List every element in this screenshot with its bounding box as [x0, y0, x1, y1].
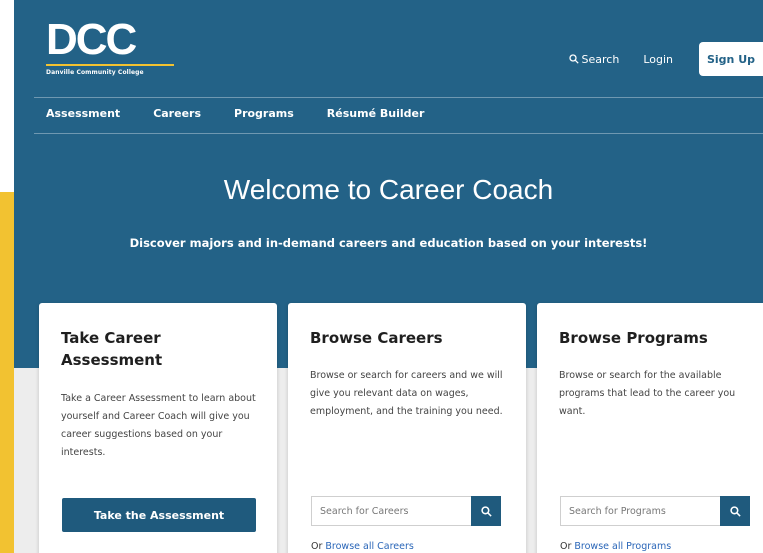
programs-search-input[interactable] [560, 496, 720, 526]
careers-card-description: Browse or search for careers and we will… [310, 370, 503, 417]
logo-mark: DCC [46, 15, 137, 64]
nav-item-careers[interactable]: Careers [153, 107, 201, 120]
nav-divider-top [34, 97, 763, 98]
browse-careers-line: Or Browse all Careers [311, 541, 414, 552]
nav-item-programs[interactable]: Programs [234, 107, 294, 120]
search-link-label: Search [581, 52, 620, 66]
logo-underline [46, 64, 174, 66]
signup-button[interactable]: Sign Up [699, 42, 763, 76]
careers-card-title: Browse Careers [310, 329, 443, 347]
accent-strip [0, 192, 14, 553]
nav-item-resume-builder[interactable]: Résumé Builder [327, 107, 425, 120]
careers-card: Browse Careers Browse or search for care… [288, 303, 526, 553]
programs-card-title: Browse Programs [559, 329, 708, 347]
programs-card: Browse Programs Browse or search for the… [537, 303, 763, 553]
careers-search-input[interactable] [311, 496, 471, 526]
login-link[interactable]: Login [643, 53, 673, 66]
browse-programs-line: Or Browse all Programs [560, 541, 671, 552]
browse-careers-prefix: Or [311, 541, 326, 552]
programs-card-description: Browse or search for the available progr… [559, 370, 736, 417]
assessment-card: Take Career Assessment Take a Career Ass… [39, 303, 277, 553]
college-logo[interactable]: DCC Danville Community College [46, 15, 174, 76]
careers-search [311, 496, 501, 526]
page-subtitle: Discover majors and in-demand careers an… [129, 236, 648, 250]
browse-all-careers-link[interactable]: Browse all Careers [325, 541, 413, 552]
take-assessment-button[interactable]: Take the Assessment [62, 498, 256, 532]
search-icon [568, 54, 579, 64]
page-title: Welcome to Career Coach [223, 174, 554, 205]
search-icon [729, 505, 741, 517]
nav-item-assessment[interactable]: Assessment [46, 107, 120, 120]
programs-search-button[interactable] [720, 496, 750, 526]
programs-search [560, 496, 750, 526]
assessment-card-title: Take Career Assessment [61, 329, 163, 369]
browse-all-programs-link[interactable]: Browse all Programs [574, 541, 671, 552]
search-icon [480, 505, 492, 517]
browse-programs-prefix: Or [560, 541, 575, 552]
assessment-card-description: Take a Career Assessment to learn about … [61, 393, 256, 458]
top-navigation: Search Login Sign Up [568, 42, 763, 76]
search-link[interactable]: Search [568, 52, 620, 66]
careers-search-button[interactable] [471, 496, 501, 526]
logo-subtitle: Danville Community College [46, 69, 144, 76]
nav-divider-bottom [34, 133, 763, 134]
main-navigation: Assessment Careers Programs Résumé Build… [46, 107, 457, 120]
page: DCC Danville Community College Search Lo… [0, 0, 763, 553]
